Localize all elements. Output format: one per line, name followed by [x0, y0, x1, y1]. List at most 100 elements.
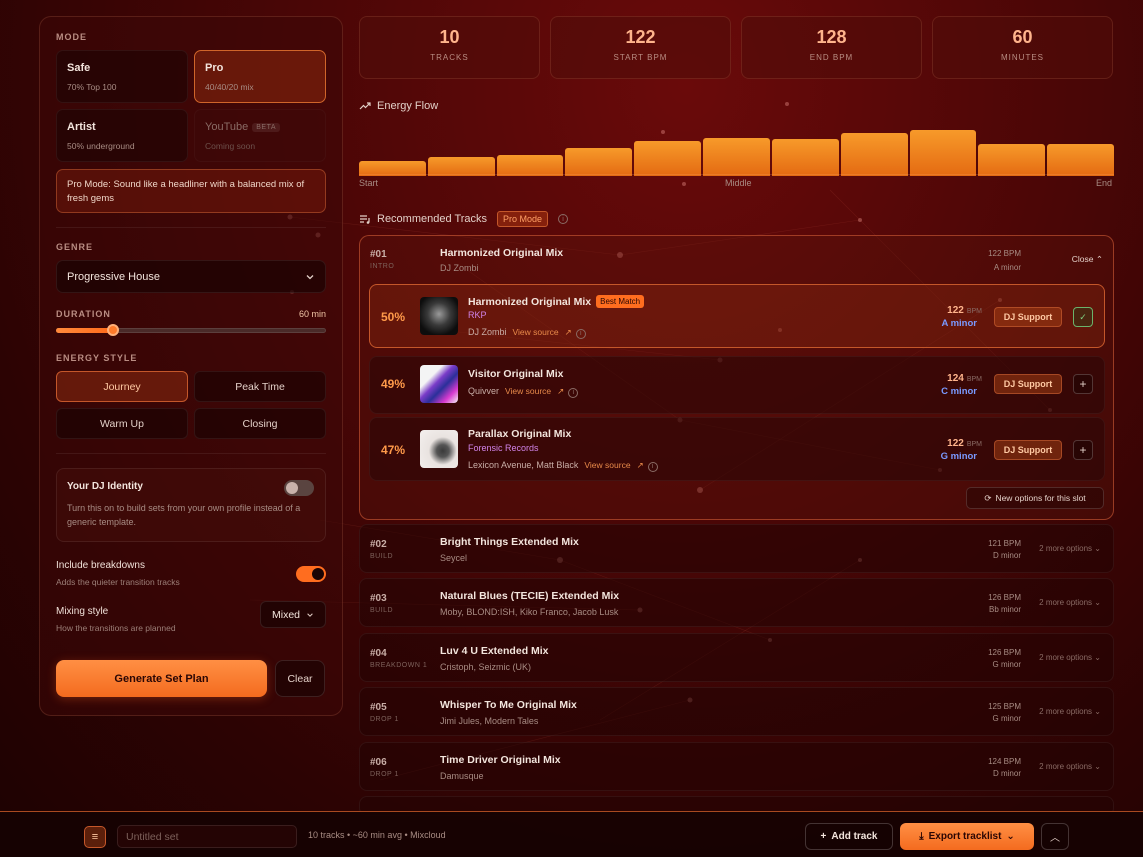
candidate-bpm: 122 BPM [947, 305, 982, 316]
recommended-header: Recommended Tracks Pro Mode i [359, 211, 569, 227]
candidate-key: G minor [940, 451, 977, 462]
slot-02[interactable]: #02 BUILD Bright Things Extended Mix Sey… [359, 524, 1114, 573]
info-icon[interactable]: i [568, 387, 579, 398]
energy-bar [565, 148, 633, 176]
identity-toggle[interactable] [284, 480, 314, 496]
more-options-button[interactable]: 2 more options ⌄ [1039, 544, 1101, 553]
slot-key: D minor [992, 769, 1021, 778]
dj-support-button[interactable]: DJ Support [994, 374, 1062, 394]
view-source-link[interactable]: View source [513, 327, 559, 337]
slot-number: #06 [370, 757, 387, 768]
external-link-icon: ↗ [557, 386, 565, 396]
divider [56, 227, 326, 228]
candidate-artist-row: Lexicon Avenue, Matt Black View source ↗ i [468, 460, 658, 472]
add-track-button[interactable]: + Add track [805, 823, 893, 850]
mode-pro-sub: 40/40/20 mix [205, 82, 254, 92]
slider-thumb[interactable] [106, 324, 119, 336]
mixing-select[interactable]: Mixed [260, 601, 326, 628]
mode-safe[interactable]: Safe 70% Top 100 [56, 50, 188, 103]
export-tracklist-button[interactable]: ⤓ Export tracklist ⌄ [900, 823, 1034, 850]
slot-bpm: 124 BPM [988, 757, 1021, 766]
close-label: Close [1071, 254, 1094, 264]
candidate-bpm: 124 BPM [947, 373, 982, 384]
view-source-link[interactable]: View source [584, 460, 630, 470]
energy-bar [496, 154, 564, 176]
slot-bpm: 126 BPM [988, 648, 1021, 657]
slot-track-name: Natural Blues (TECIE) Extended Mix [440, 590, 620, 602]
more-options-button[interactable]: 2 more options ⌄ [1039, 598, 1101, 607]
view-source-link[interactable]: View source [505, 386, 551, 396]
add-candidate-icon[interactable]: + [1073, 440, 1093, 460]
mode-pro[interactable]: Pro 40/40/20 mix [194, 50, 326, 103]
selected-check-icon[interactable]: ✓ [1073, 307, 1093, 327]
mode-grid: Safe 70% Top 100 Pro 40/40/20 mix Artist… [56, 50, 326, 162]
candidate-1[interactable]: 50% Harmonized Original Mix Best Match RK… [369, 284, 1105, 348]
add-candidate-icon[interactable]: + [1073, 374, 1093, 394]
slot-06[interactable]: #06 DROP 1 Time Driver Original Mix Damu… [359, 742, 1114, 791]
best-match-badge: Best Match [596, 295, 645, 308]
info-icon[interactable]: i [558, 214, 569, 224]
duration-slider[interactable] [56, 323, 326, 337]
slot-03[interactable]: #03 BUILD Natural Blues (TECIE) Extended… [359, 578, 1114, 627]
candidate-artist: DJ Zombi [468, 327, 507, 337]
stat-value: 10 [439, 27, 460, 47]
duration-label: DURATION [56, 309, 111, 319]
slot-04[interactable]: #04 BREAKDOWN 1 Luv 4 U Extended Mix Cri… [359, 633, 1114, 682]
energy-bar [703, 137, 770, 176]
energy-closing[interactable]: Closing [194, 408, 326, 439]
match-percent: 50% [381, 310, 406, 324]
energy-bar [909, 130, 977, 176]
more-options-button[interactable]: 2 more options ⌄ [1039, 707, 1101, 716]
close-slot-button[interactable]: Close ⌃ [1072, 254, 1103, 265]
candidate-name: Harmonized Original Mix Best Match [468, 295, 645, 308]
stat-label: END BPM [809, 53, 854, 62]
candidate-3[interactable]: 47% Parallax Original Mix Forensic Recor… [369, 417, 1105, 481]
slot-track-name: Luv 4 U Extended Mix [440, 645, 549, 657]
info-icon[interactable]: i [575, 328, 586, 339]
info-icon[interactable]: i [647, 461, 658, 472]
slot-number: #03 [370, 593, 387, 604]
mixing-option: Mixing style How the transitions are pla… [56, 601, 326, 636]
pro-mode-pill: Pro Mode [497, 211, 549, 227]
slot-artist: Cristoph, Seizmic (UK) [440, 662, 532, 672]
energy-style-grid: Journey Peak Time Warm Up Closing [56, 371, 326, 439]
energy-peak-time[interactable]: Peak Time [194, 371, 326, 402]
slot-tag: DROP 1 [370, 716, 399, 723]
chevron-up-icon: ︿ [1050, 833, 1060, 844]
slot-key: G minor [992, 660, 1021, 669]
clear-button[interactable]: Clear [275, 660, 325, 697]
mixing-value: Mixed [271, 608, 300, 621]
slot-bpm: 121 BPM [988, 539, 1021, 548]
energy-journey[interactable]: Journey [56, 371, 188, 402]
breakdowns-toggle[interactable] [296, 566, 326, 582]
slot-artist: Seycel [440, 553, 468, 563]
stat-value: 60 [1012, 27, 1033, 47]
slot-tag: BUILD [370, 607, 394, 614]
slot-number: #05 [370, 702, 387, 713]
dj-support-button[interactable]: DJ Support [994, 307, 1062, 327]
new-options-button[interactable]: ⟳ New options for this slot [966, 487, 1104, 509]
recommended-title: Recommended Tracks [377, 213, 488, 225]
candidate-label: Forensic Records [468, 443, 539, 453]
energy-warm-up[interactable]: Warm Up [56, 408, 188, 439]
duration-value: 60 min [298, 309, 326, 319]
genre-select[interactable]: Progressive House [56, 260, 326, 293]
slot-05[interactable]: #05 DROP 1 Whisper To Me Original Mix Ji… [359, 687, 1114, 736]
candidate-key: C minor [941, 386, 977, 397]
mode-youtube-title: YouTube [205, 121, 249, 133]
slot-number: #01 [370, 249, 387, 260]
playlist-icon[interactable]: ≡ [84, 826, 106, 848]
slot-track-name: Harmonized Original Mix [440, 247, 564, 259]
energy-flow-label: Energy Flow [377, 100, 439, 112]
dj-support-button[interactable]: DJ Support [994, 440, 1062, 460]
chevron-down-icon [307, 612, 313, 617]
chevron-down-icon: ⌄ [1006, 831, 1015, 842]
generate-set-button[interactable]: Generate Set Plan [56, 660, 267, 697]
mode-artist[interactable]: Artist 50% underground [56, 109, 188, 162]
more-options-button[interactable]: 2 more options ⌄ [1039, 762, 1101, 771]
slot-tag: BREAKDOWN 1 [370, 662, 428, 669]
scroll-up-button[interactable]: ︿ [1041, 823, 1069, 850]
set-name-input[interactable] [117, 825, 297, 848]
candidate-2[interactable]: 49% Visitor Original Mix Quivver View sou… [369, 356, 1105, 414]
more-options-button[interactable]: 2 more options ⌄ [1039, 653, 1101, 662]
